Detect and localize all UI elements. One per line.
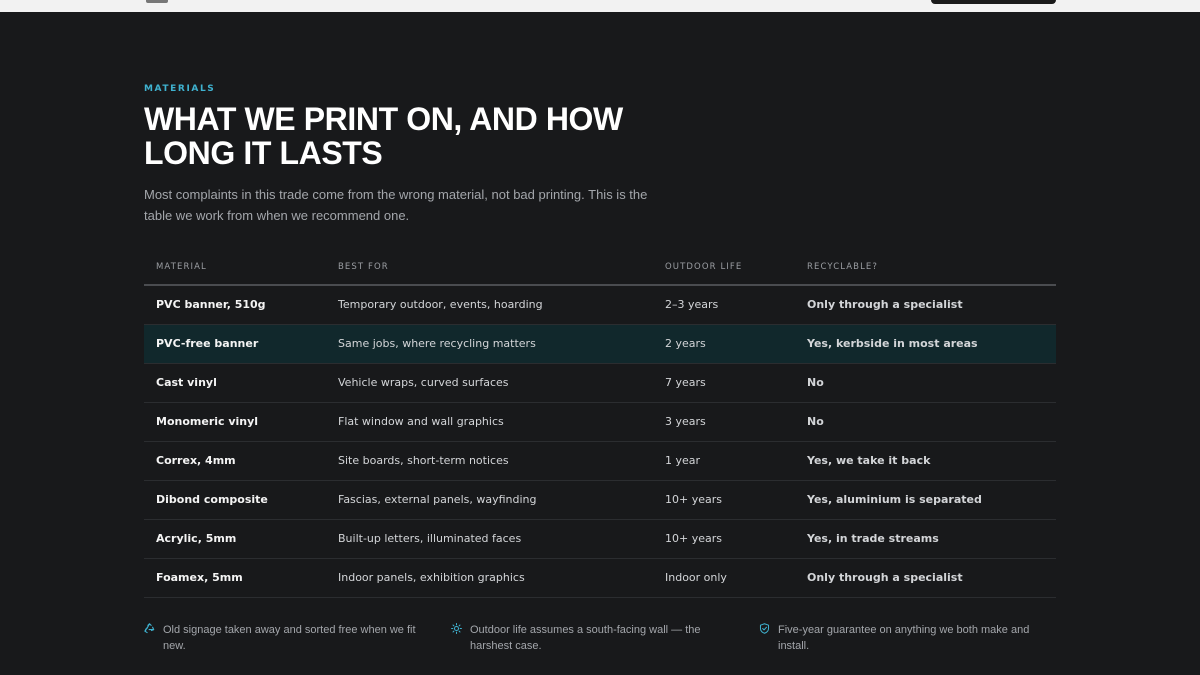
material-cell: Monomeric vinyl bbox=[144, 402, 326, 442]
recyclable-cell: Yes, in trade streams bbox=[795, 519, 1056, 559]
table-row: Dibond composite Fascias, external panel… bbox=[144, 480, 1056, 520]
table-row: Correx, 4mm Site boards, short-term noti… bbox=[144, 441, 1056, 481]
header-cta-button[interactable] bbox=[931, 0, 1056, 4]
best-for-cell: Flat window and wall graphics bbox=[326, 402, 653, 442]
recyclable-cell: No bbox=[795, 363, 1056, 403]
table-row: Monomeric vinyl Flat window and wall gra… bbox=[144, 402, 1056, 442]
material-cell: Acrylic, 5mm bbox=[144, 519, 326, 559]
material-cell: Correx, 4mm bbox=[144, 441, 326, 481]
shield-check-icon bbox=[759, 622, 778, 634]
outdoor-life-cell: 7 years bbox=[653, 363, 795, 403]
note-item: Five-year guarantee on anything we both … bbox=[759, 622, 1056, 654]
header-outdoor-life: OUTDOOR LIFE bbox=[653, 250, 795, 286]
recyclable-cell: No bbox=[795, 402, 1056, 442]
logo-fragment[interactable] bbox=[146, 0, 168, 3]
header-best-for: BEST FOR bbox=[326, 250, 653, 286]
material-cell: PVC-free banner bbox=[144, 324, 326, 364]
header-recyclable: RECYCLABLE? bbox=[795, 250, 1056, 286]
table-header-row: MATERIAL BEST FOR OUTDOOR LIFE RECYCLABL… bbox=[144, 250, 1056, 286]
outdoor-life-cell: 2–3 years bbox=[653, 285, 795, 325]
section-intro: Most complaints in this trade come from … bbox=[144, 187, 648, 223]
header-material: MATERIAL bbox=[144, 250, 326, 286]
section-eyebrow: MATERIALS bbox=[144, 84, 216, 94]
footnotes: Old signage taken away and sorted free w… bbox=[144, 622, 1056, 662]
best-for-cell: Vehicle wraps, curved surfaces bbox=[326, 363, 653, 403]
best-for-cell: Site boards, short-term notices bbox=[326, 441, 653, 481]
recyclable-cell: Yes, kerbside in most areas bbox=[795, 324, 1056, 364]
table-row-highlighted: PVC-free banner Same jobs, where recycli… bbox=[144, 324, 1056, 364]
material-cell: Dibond composite bbox=[144, 480, 326, 520]
recyclable-cell: Yes, we take it back bbox=[795, 441, 1056, 481]
note-item: Old signage taken away and sorted free w… bbox=[144, 622, 434, 654]
note-item: Outdoor life assumes a south-facing wall… bbox=[451, 622, 721, 654]
outdoor-life-cell: Indoor only bbox=[653, 558, 795, 598]
best-for-cell: Temporary outdoor, events, hoarding bbox=[326, 285, 653, 325]
best-for-cell: Built-up letters, illuminated faces bbox=[326, 519, 653, 559]
recyclable-cell: Only through a specialist bbox=[795, 558, 1056, 598]
table-row: PVC banner, 510g Temporary outdoor, even… bbox=[144, 285, 1056, 325]
sun-icon bbox=[451, 622, 470, 634]
note-text: Old signage taken away and sorted free w… bbox=[163, 624, 416, 652]
note-text: Five-year guarantee on anything we both … bbox=[778, 624, 1030, 652]
materials-section: MATERIALS WHAT WE PRINT ON, AND HOW LONG… bbox=[144, 84, 1056, 226]
outdoor-life-cell: 10+ years bbox=[653, 480, 795, 520]
outdoor-life-cell: 2 years bbox=[653, 324, 795, 364]
top-nav-bar bbox=[0, 0, 1200, 12]
outdoor-life-cell: 10+ years bbox=[653, 519, 795, 559]
best-for-cell: Indoor panels, exhibition graphics bbox=[326, 558, 653, 598]
outdoor-life-cell: 1 year bbox=[653, 441, 795, 481]
materials-table: MATERIAL BEST FOR OUTDOOR LIFE RECYCLABL… bbox=[144, 250, 1056, 598]
outdoor-life-cell: 3 years bbox=[653, 402, 795, 442]
section-headline: WHAT WE PRINT ON, AND HOW LONG IT LASTS bbox=[144, 101, 623, 171]
note-text: Outdoor life assumes a south-facing wall… bbox=[470, 624, 701, 652]
material-cell: Cast vinyl bbox=[144, 363, 326, 403]
table-row: Cast vinyl Vehicle wraps, curved surface… bbox=[144, 363, 1056, 403]
best-for-cell: Fascias, external panels, wayfinding bbox=[326, 480, 653, 520]
recycle-icon bbox=[144, 622, 163, 634]
best-for-cell: Same jobs, where recycling matters bbox=[326, 324, 653, 364]
material-cell: PVC banner, 510g bbox=[144, 285, 326, 325]
material-cell: Foamex, 5mm bbox=[144, 558, 326, 598]
recyclable-cell: Yes, aluminium is separated bbox=[795, 480, 1056, 520]
table-row: Foamex, 5mm Indoor panels, exhibition gr… bbox=[144, 558, 1056, 598]
table-row: Acrylic, 5mm Built-up letters, illuminat… bbox=[144, 519, 1056, 559]
recyclable-cell: Only through a specialist bbox=[795, 285, 1056, 325]
